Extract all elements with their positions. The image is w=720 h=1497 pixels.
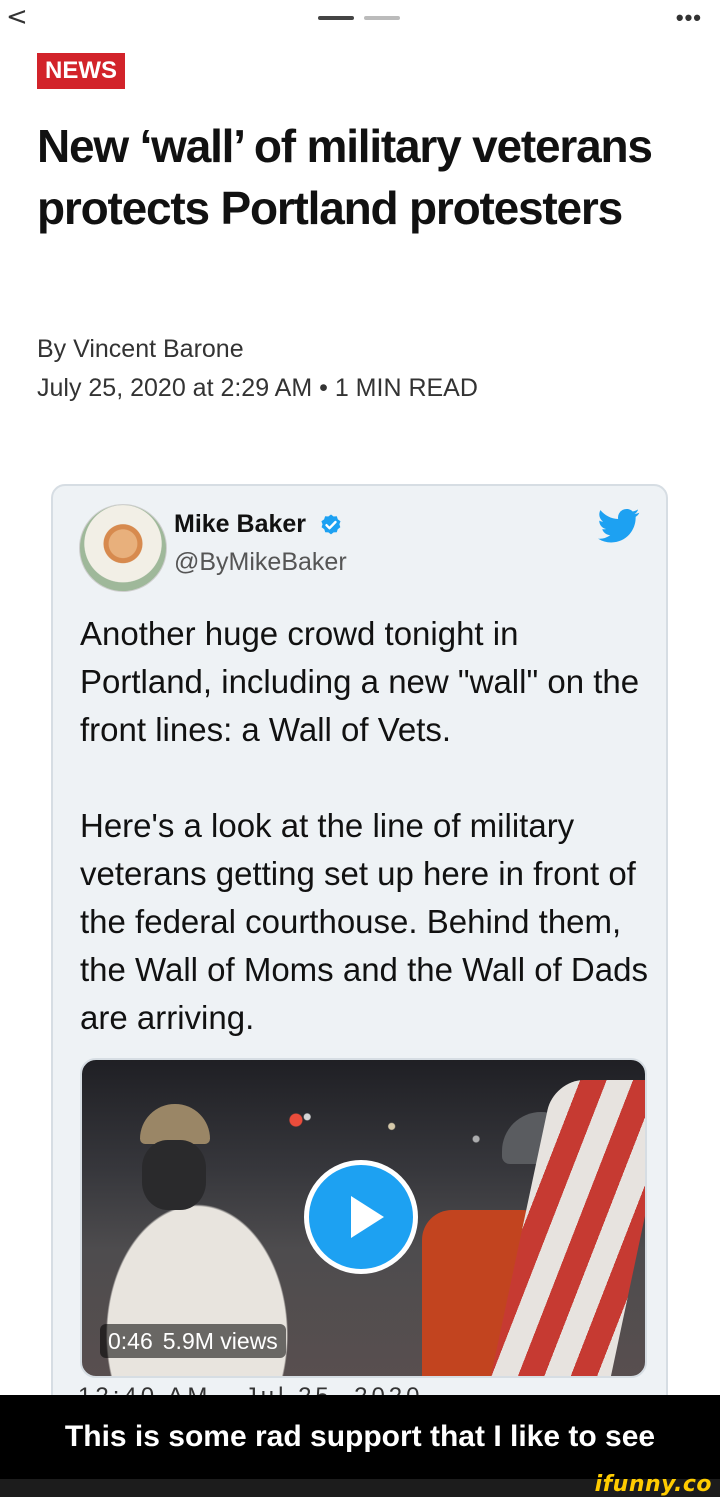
article-byline[interactable]: By Vincent Barone: [37, 335, 244, 364]
tweet-author[interactable]: Mike Baker: [174, 510, 343, 539]
video-frame-mask: [142, 1140, 206, 1210]
verified-badge-icon: [321, 514, 341, 535]
tweet-paragraph: Another huge crowd tonight in Portland, …: [80, 615, 640, 748]
video-duration: 0:46: [108, 1328, 153, 1354]
video-views: 5.9M views: [162, 1328, 278, 1354]
embedded-tweet-card[interactable]: Mike Baker @ByMikeBaker Another huge cro…: [51, 484, 668, 1444]
page-indicator-inactive: [364, 16, 400, 20]
video-stats: 0:46 5.9M views: [100, 1324, 286, 1358]
tweet-video[interactable]: 0:46 5.9M views: [80, 1058, 647, 1378]
tweet-handle[interactable]: @ByMikeBaker: [174, 548, 347, 577]
top-bar: < •••: [0, 0, 720, 40]
more-options-icon[interactable]: •••: [676, 5, 702, 31]
ifunny-watermark: ifunny.co: [594, 1472, 712, 1497]
tweet-body: Another huge crowd tonight in Portland, …: [80, 610, 650, 1090]
author-avatar[interactable]: [79, 504, 167, 592]
tweet-paragraph: Here's a look at the line of military ve…: [80, 807, 648, 1036]
tweet-author-name: Mike Baker: [174, 510, 307, 538]
article-headline: New ‘wall’ of military veterans protects…: [37, 120, 653, 234]
twitter-bird-icon[interactable]: [598, 508, 640, 544]
back-chevron-icon[interactable]: <: [6, 4, 28, 30]
page-indicator-active: [318, 16, 354, 20]
page-indicator: [318, 16, 402, 20]
play-button[interactable]: [304, 1160, 418, 1274]
news-badge: NEWS: [37, 53, 125, 89]
meme-caption: This is some rad support that I like to …: [0, 1395, 720, 1479]
article-dateline: July 25, 2020 at 2:29 AM • 1 MIN READ: [37, 374, 478, 402]
play-icon: [351, 1196, 384, 1238]
